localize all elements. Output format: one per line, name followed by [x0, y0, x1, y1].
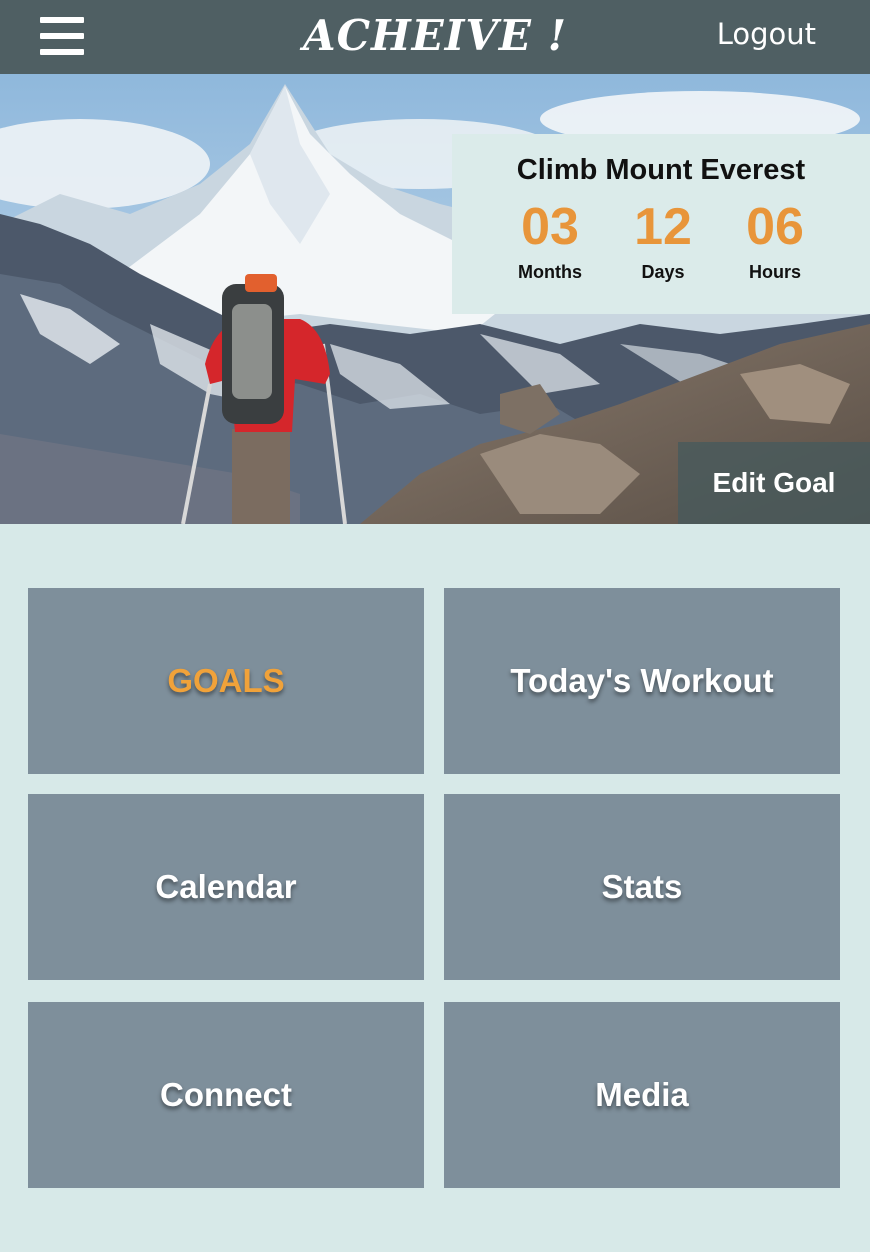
goal-countdown-card: Climb Mount Everest 03 Months 12 Days 06…	[452, 134, 870, 314]
countdown-days: 12 Days	[603, 196, 723, 286]
edit-goal-button[interactable]: Edit Goal	[678, 442, 870, 524]
tile-calendar[interactable]: Calendar	[28, 794, 424, 980]
countdown-hours: 06 Hours	[715, 196, 835, 286]
tile-goals[interactable]: GOALS	[28, 588, 424, 774]
countdown-months-label: Months	[518, 262, 582, 282]
countdown-hours-value: 06	[746, 198, 804, 256]
countdown-months-value: 03	[521, 198, 579, 256]
tile-stats[interactable]: Stats	[444, 794, 840, 980]
tile-connect[interactable]: Connect	[28, 1002, 424, 1188]
hero-banner: Climb Mount Everest 03 Months 12 Days 06…	[0, 74, 870, 524]
goal-title: Climb Mount Everest	[516, 154, 806, 186]
countdown-months: 03 Months	[490, 196, 610, 286]
logout-button[interactable]: Logout	[717, 14, 816, 54]
app-header: ACHEIVE ! Logout	[0, 0, 870, 74]
countdown-days-value: 12	[634, 198, 692, 256]
countdown-days-label: Days	[641, 262, 685, 282]
countdown-hours-label: Hours	[748, 262, 801, 282]
tile-todays-workout[interactable]: Today's Workout	[444, 588, 840, 774]
tile-media[interactable]: Media	[444, 1002, 840, 1188]
